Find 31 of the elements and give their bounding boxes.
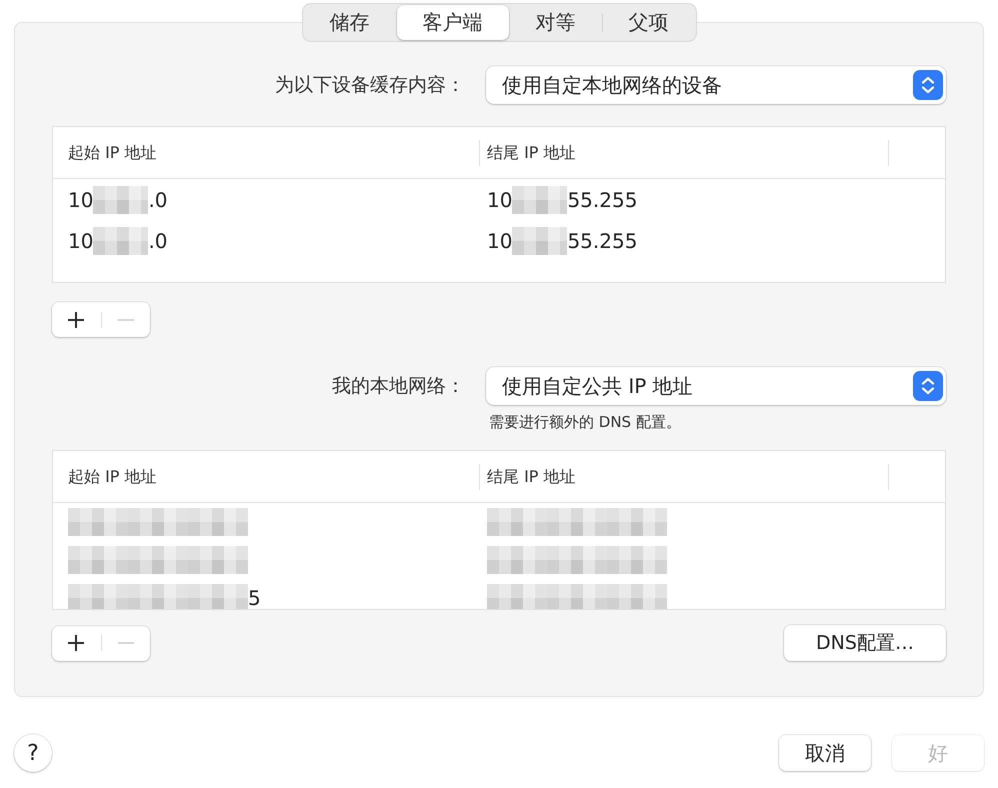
- tab[interactable]: 父项: [602, 5, 694, 40]
- dns-settings-button[interactable]: DNS配置…: [784, 625, 946, 661]
- cell-text: 10: [68, 188, 94, 212]
- up-down-arrows-icon: [913, 371, 943, 401]
- cell-text: .0: [148, 228, 168, 252]
- field-label: 我的本地网络：: [331, 374, 465, 399]
- dropdown[interactable]: 使用自定公共 IP 地址: [486, 367, 946, 405]
- tab[interactable]: 储存: [304, 5, 396, 40]
- up-down-arrows-icon: [913, 70, 943, 100]
- plus-icon: [68, 635, 84, 651]
- dialog-button[interactable]: 取消: [779, 735, 871, 771]
- column-header[interactable]: 结尾 IP 地址: [480, 464, 889, 490]
- tab[interactable]: 对等: [510, 5, 602, 40]
- tab[interactable]: 客户端: [396, 5, 508, 40]
- note-text: 需要进行额外的 DNS 配置。: [488, 413, 682, 432]
- column-header[interactable]: 起始 IP 地址: [53, 140, 480, 166]
- help-button[interactable]: ?: [14, 734, 52, 772]
- cell-text: 55.255: [567, 228, 638, 252]
- cell-text: 10: [68, 228, 94, 252]
- dropdown[interactable]: 使用自定本地网络的设备: [486, 66, 946, 104]
- cell-text: 5: [248, 586, 261, 609]
- cell-text: 10: [487, 188, 512, 212]
- column-header[interactable]: 起始 IP 地址: [53, 464, 480, 490]
- plus-icon: [68, 312, 84, 328]
- column-header[interactable]: 结尾 IP 地址: [480, 140, 889, 166]
- cell-text: 10: [487, 228, 512, 252]
- cell-text: .0: [148, 188, 168, 212]
- field-label: 为以下设备缓存内容：: [274, 73, 465, 98]
- minus-icon: [118, 318, 134, 320]
- minus-icon: [118, 642, 134, 644]
- cell-text: 55.255: [567, 188, 638, 212]
